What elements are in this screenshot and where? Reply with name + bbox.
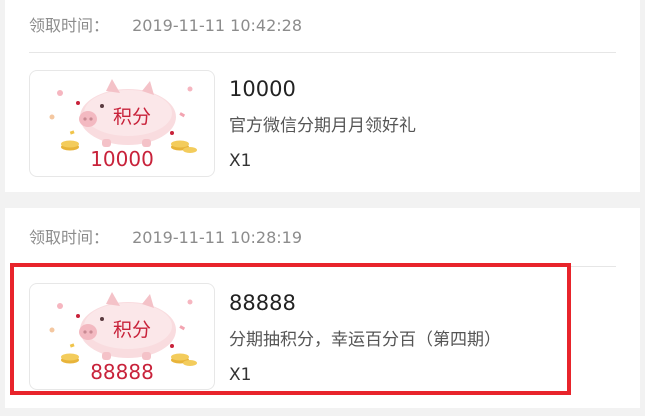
claim-time-value: 2019-11-11 10:42:28 [132, 16, 303, 35]
reward-title: 官方微信分期月月领好礼 [229, 116, 416, 136]
reward-quantity: X1 [229, 151, 252, 171]
claim-time-row: 领取时间： 2019-11-11 10:28:19 [29, 226, 302, 250]
points-badge-text: 积分 [113, 319, 151, 341]
reward-thumbnail[interactable]: 积分 88888 [29, 283, 215, 390]
points-badge-text: 积分 [113, 106, 151, 128]
claim-time-label: 领取时间： [29, 16, 110, 35]
claim-time-value: 2019-11-11 10:28:19 [132, 228, 303, 247]
reward-record-card[interactable]: 领取时间： 2019-11-11 10:42:28 积分 10000 10000… [5, 0, 640, 192]
claim-time-label: 领取时间： [29, 228, 110, 247]
reward-points: 88888 [229, 291, 296, 315]
thumbnail-points-amount: 10000 [90, 147, 154, 171]
reward-points: 10000 [229, 77, 296, 101]
reward-history-page: 领取时间： 2019-11-11 10:42:28 积分 10000 10000… [0, 0, 645, 416]
reward-quantity: X1 [229, 365, 252, 385]
claim-time-row: 领取时间： 2019-11-11 10:42:28 [29, 14, 302, 38]
reward-title: 分期抽积分，幸运百分百（第四期） [229, 330, 501, 350]
reward-info: 88888 分期抽积分，幸运百分百（第四期） X1 [229, 290, 501, 387]
reward-record-card[interactable]: 领取时间： 2019-11-11 10:28:19 积分 88888 88888… [5, 208, 640, 408]
thumbnail-points-amount: 88888 [90, 360, 154, 384]
divider [29, 266, 616, 267]
reward-info: 10000 官方微信分期月月领好礼 X1 [229, 76, 416, 173]
divider [29, 52, 616, 53]
reward-thumbnail[interactable]: 积分 10000 [29, 70, 215, 177]
